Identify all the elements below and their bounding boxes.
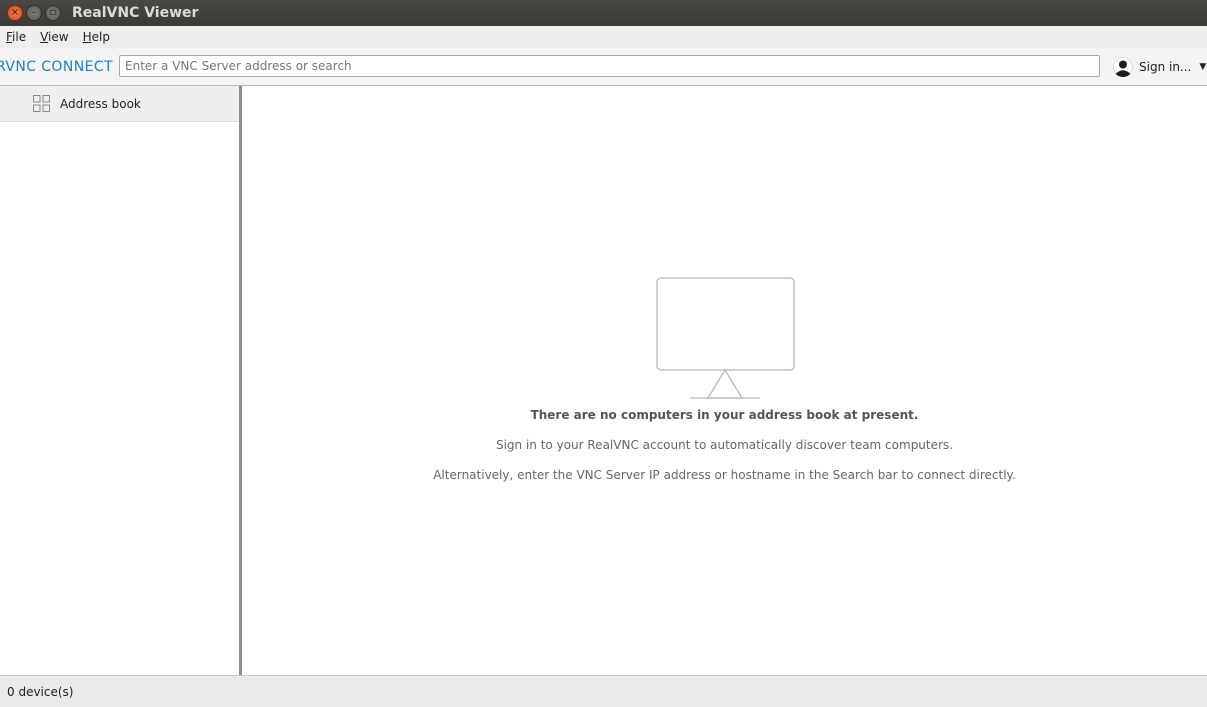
empty-state-heading: There are no computers in your address b… xyxy=(530,408,919,422)
window-title: RealVNC Viewer xyxy=(72,5,199,21)
monitor-icon xyxy=(654,277,796,401)
sidebar: Address book xyxy=(0,86,239,675)
menu-help[interactable]: Help xyxy=(83,30,110,44)
sign-in-button[interactable]: Sign in... ▼ xyxy=(1113,56,1206,78)
title-bar: × – ▫ RealVNC Viewer xyxy=(0,0,1207,26)
empty-state-hint-signin: Sign in to your RealVNC account to autom… xyxy=(495,438,953,452)
device-count: 0 device(s) xyxy=(7,684,74,699)
menu-bar: File View Help xyxy=(0,26,1207,48)
window-controls: × – ▫ xyxy=(7,5,61,21)
menu-file[interactable]: File xyxy=(6,30,26,44)
sign-in-label: Sign in... xyxy=(1139,60,1192,74)
close-icon: × xyxy=(10,7,20,18)
search-input[interactable] xyxy=(119,55,1100,77)
minimize-window-button[interactable]: – xyxy=(26,5,42,21)
chevron-down-icon: ▼ xyxy=(1199,62,1207,72)
close-window-button[interactable]: × xyxy=(7,5,23,21)
menu-view[interactable]: View xyxy=(40,30,68,44)
maximize-icon: ▫ xyxy=(49,7,57,18)
toolbar: RVNC CONNECT Sign in... ▼ xyxy=(0,48,1207,86)
empty-state-hint-search: Alternatively, enter the VNC Server IP a… xyxy=(433,468,1016,482)
grid-icon xyxy=(33,95,50,112)
sidebar-item-address-book[interactable]: Address book xyxy=(0,86,239,122)
user-avatar-icon xyxy=(1113,57,1133,77)
sidebar-item-label: Address book xyxy=(60,96,141,111)
status-bar: 0 device(s) xyxy=(0,675,1207,707)
main-content: There are no computers in your address b… xyxy=(242,86,1207,675)
minimize-icon: – xyxy=(31,7,37,18)
vnc-connect-logo: RVNC CONNECT xyxy=(0,58,113,75)
maximize-window-button[interactable]: ▫ xyxy=(45,5,61,21)
